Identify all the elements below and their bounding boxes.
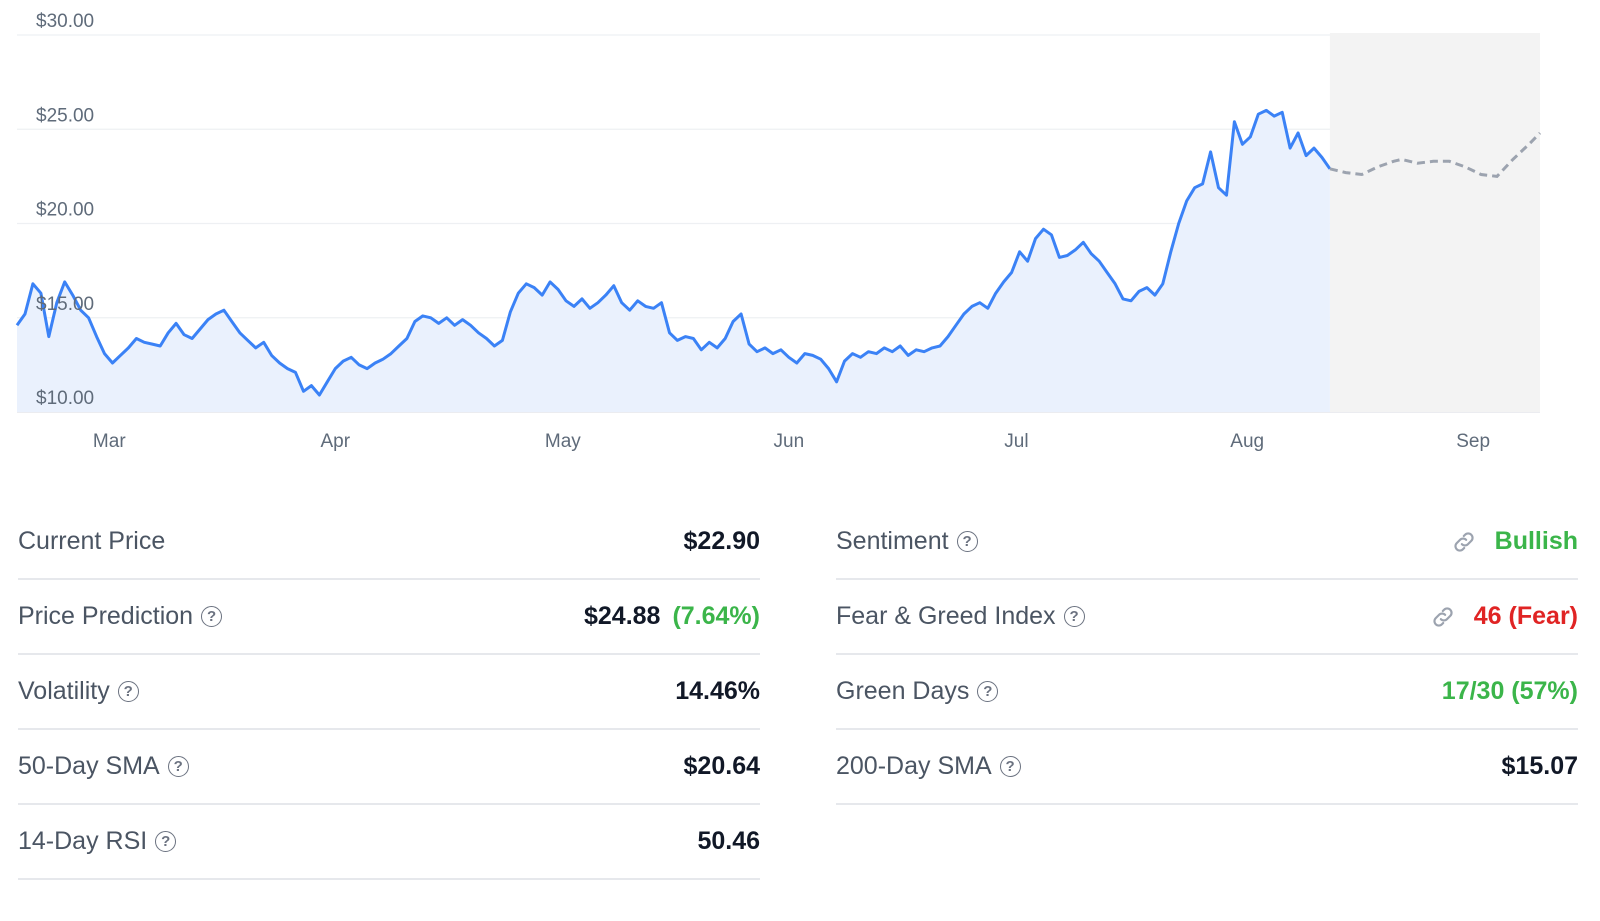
y-tick-label: $15.00 [36,294,94,315]
prediction-region [1329,33,1540,412]
green-days-value: 17/30 (57%) [1441,677,1578,705]
sma-50-label: 50-Day SMA [18,752,160,780]
help-icon[interactable]: ? [167,756,189,777]
volatility-row: Volatility? 14.46% [18,655,760,730]
stats-right: Sentiment? Bullish Fear & Greed Index? 4… [836,505,1578,805]
current-price-value: $22.90 [683,527,760,555]
y-tick-label: $30.00 [36,11,94,32]
x-tick-label: May [545,431,581,452]
x-tick-label: Aug [1230,431,1264,452]
sentiment-value: Bullish [1494,527,1578,555]
sentiment-row: Sentiment? Bullish [836,505,1578,580]
help-icon[interactable]: ? [117,681,139,702]
rsi-14-row: 14-Day RSI? 50.46 [18,805,760,880]
sma-200-value: $15.07 [1501,752,1578,780]
current-price-row: Current Price $22.90 [18,505,760,580]
y-tick-label: $20.00 [36,200,94,221]
price-chart: $10.00 $15.00 $20.00 $25.00 $30.00 Mar Apr May… [15,11,1542,452]
x-tick-label: Apr [320,431,350,452]
fear-greed-label: Fear & Greed Index [836,602,1056,630]
sma-200-row: 200-Day SMA? $15.07 [836,730,1578,805]
x-tick-label: Sep [1456,431,1490,452]
sma-50-value: $20.64 [683,752,760,780]
link-icon[interactable] [1451,529,1477,555]
price-area [17,110,1330,413]
fear-greed-value: 46 (Fear) [1473,602,1578,630]
price-prediction-label: Price Prediction [18,602,194,630]
help-icon[interactable]: ? [201,606,223,627]
sma-200-label: 200-Day SMA [836,752,992,780]
fear-greed-row: Fear & Greed Index? 46 (Fear) [836,580,1578,655]
x-tick-label: Jul [1004,431,1028,452]
rsi-14-value: 50.46 [697,827,760,855]
price-prediction-change: (7.64%) [672,602,760,630]
green-days-row: Green Days? 17/30 (57%) [836,655,1578,730]
help-icon[interactable]: ? [956,531,978,552]
help-icon[interactable]: ? [155,831,177,852]
x-tick-label: Jun [774,431,805,452]
rsi-14-label: 14-Day RSI [18,827,148,855]
price-prediction-value: $24.88 [583,602,661,630]
y-tick-label: $25.00 [36,105,94,126]
volatility-value: 14.46% [675,677,760,705]
volatility-label: Volatility [18,677,110,705]
sma-50-row: 50-Day SMA? $20.64 [18,730,760,805]
price-prediction-row: Price Prediction? $24.88 (7.64%) [18,580,760,655]
current-price-label: Current Price [18,527,166,555]
stats-left: Current Price $22.90 Price Prediction? $… [18,505,760,880]
green-days-label: Green Days [836,677,970,705]
y-tick-label: $10.00 [36,388,94,409]
link-icon[interactable] [1430,604,1456,630]
help-icon[interactable]: ? [977,681,999,702]
help-icon[interactable]: ? [1063,606,1085,627]
help-icon[interactable]: ? [999,756,1021,777]
sentiment-label: Sentiment [836,527,949,555]
x-tick-label: Mar [93,431,126,452]
